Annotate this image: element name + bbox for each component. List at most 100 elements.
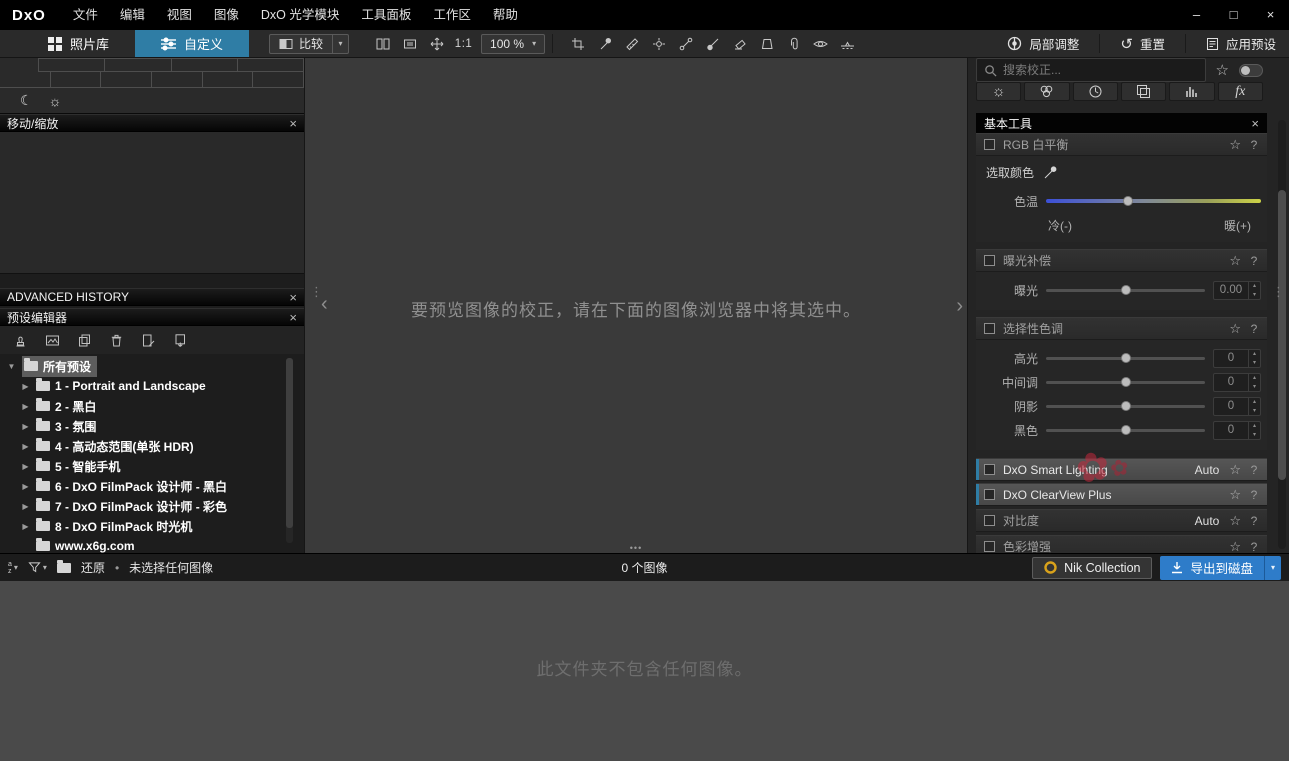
- browser-splitter-grip[interactable]: •••: [305, 543, 967, 553]
- close-icon[interactable]: ×: [1251, 116, 1259, 131]
- slider-handle[interactable]: [1120, 425, 1131, 435]
- midtones-value-field[interactable]: 0 ▴ ▾: [1213, 372, 1261, 392]
- fit-screen-button[interactable]: [396, 31, 423, 57]
- tab-photolibrary[interactable]: 照片库: [22, 30, 135, 57]
- collapse-icon[interactable]: ▶: [20, 522, 31, 531]
- scrollbar-thumb[interactable]: [1278, 190, 1286, 480]
- contrast-checkbox[interactable]: [984, 515, 995, 526]
- minimize-button[interactable]: –: [1178, 0, 1215, 30]
- menu-image[interactable]: 图像: [203, 0, 250, 30]
- tool-smart-lighting[interactable]: DxO Smart Lighting Auto ☆ ?: [976, 458, 1267, 481]
- value-stepper[interactable]: ▴ ▾: [1248, 397, 1260, 415]
- blacks-value-field[interactable]: 0 ▴ ▾: [1213, 420, 1261, 440]
- right-panel-scrollbar[interactable]: [1278, 120, 1286, 549]
- tree-item-preset-9[interactable]: www.x6g.com: [0, 536, 304, 553]
- compare-button[interactable]: 比较: [269, 33, 334, 54]
- value-stepper[interactable]: ▴ ▾: [1248, 281, 1260, 299]
- selective-tone-checkbox[interactable]: [984, 323, 995, 334]
- compare-dropdown[interactable]: ▾: [333, 33, 350, 54]
- favorite-star-icon[interactable]: ☆: [1229, 487, 1241, 503]
- import-preset-button[interactable]: [170, 331, 190, 349]
- slider-handle[interactable]: [1120, 285, 1131, 295]
- value-stepper[interactable]: ▴ ▾: [1248, 373, 1260, 391]
- show-mask-button[interactable]: [807, 31, 834, 57]
- help-icon[interactable]: ?: [1249, 463, 1259, 477]
- control-line-button[interactable]: [672, 31, 699, 57]
- straighten-button[interactable]: [618, 31, 645, 57]
- midtones-slider[interactable]: [1046, 377, 1205, 387]
- slider-handle[interactable]: [1120, 401, 1131, 411]
- favorite-star-icon[interactable]: ☆: [1229, 513, 1241, 529]
- right-splitter-grip[interactable]: ⋮: [1272, 284, 1285, 300]
- highlights-slider[interactable]: [1046, 353, 1205, 363]
- menu-file[interactable]: 文件: [62, 0, 109, 30]
- tool-contrast[interactable]: 对比度 Auto ☆ ?: [976, 509, 1267, 532]
- collapse-right-panel-icon[interactable]: ›: [956, 296, 963, 316]
- tab-color[interactable]: [1024, 82, 1070, 101]
- shadow-clipping-icon[interactable]: ☾: [20, 92, 33, 109]
- menu-help[interactable]: 帮助: [482, 0, 529, 30]
- reset-button[interactable]: ↺ 重置: [1107, 30, 1178, 57]
- expand-icon[interactable]: ▼: [6, 362, 17, 371]
- tree-item-preset-8[interactable]: ▶ 8 - DxO FilmPack 时光机: [0, 516, 304, 536]
- export-options-dropdown[interactable]: ▾: [1264, 555, 1281, 580]
- brush-button[interactable]: [699, 31, 726, 57]
- favorite-star-icon[interactable]: ☆: [1229, 539, 1241, 554]
- rename-preset-button[interactable]: [138, 331, 158, 349]
- preset-from-image-button[interactable]: [42, 331, 62, 349]
- collapse-icon[interactable]: ▶: [20, 442, 31, 451]
- search-corrections-input[interactable]: [1003, 63, 1198, 77]
- tab-light[interactable]: ☼: [976, 82, 1022, 101]
- rgb-wb-checkbox[interactable]: [984, 139, 995, 150]
- scrollbar-thumb[interactable]: [286, 358, 293, 529]
- help-icon[interactable]: ?: [1249, 514, 1259, 528]
- collapse-icon[interactable]: ▶: [20, 462, 31, 471]
- split-view-button[interactable]: [369, 31, 396, 57]
- temperature-slider[interactable]: [1046, 196, 1261, 206]
- menu-edit[interactable]: 编辑: [109, 0, 156, 30]
- zoom-level-select[interactable]: 100 % ▾: [481, 33, 546, 54]
- tree-item-preset-2[interactable]: ▶ 2 - 黑白: [0, 396, 304, 416]
- duplicate-preset-button[interactable]: [74, 331, 94, 349]
- image-browser[interactable]: 此文件夹不包含任何图像。: [0, 581, 1289, 761]
- nik-collection-button[interactable]: Nik Collection: [1032, 556, 1153, 579]
- local-adjustments-button[interactable]: 局部调整: [994, 30, 1092, 57]
- step-down-icon[interactable]: ▾: [1249, 290, 1260, 299]
- delete-preset-button[interactable]: [106, 331, 126, 349]
- menu-tool-panels[interactable]: 工具面板: [350, 0, 422, 30]
- export-to-disk-button[interactable]: 导出到磁盘: [1160, 555, 1264, 580]
- exposure-checkbox[interactable]: [984, 255, 995, 266]
- collapse-icon[interactable]: ▶: [20, 502, 31, 511]
- highlights-value-field[interactable]: 0 ▴ ▾: [1213, 348, 1261, 368]
- eraser-button[interactable]: [726, 31, 753, 57]
- highlight-clipping-icon[interactable]: ☼: [49, 93, 62, 109]
- active-corrections-toggle[interactable]: [1239, 63, 1263, 77]
- help-icon[interactable]: ?: [1249, 488, 1259, 502]
- favorites-filter-star-icon[interactable]: ☆: [1216, 61, 1229, 79]
- collapse-icon[interactable]: ▶: [20, 482, 31, 491]
- slider-handle[interactable]: [1120, 353, 1131, 363]
- tab-histogram[interactable]: [1169, 82, 1215, 101]
- tool-rgb-white-balance[interactable]: RGB 白平衡 ☆ ?: [976, 133, 1267, 156]
- menu-optical-modules[interactable]: DxO 光学模块: [250, 0, 350, 30]
- shadows-slider[interactable]: [1046, 401, 1205, 411]
- close-icon[interactable]: ×: [289, 311, 297, 324]
- perspective-button[interactable]: [753, 31, 780, 57]
- menu-view[interactable]: 视图: [156, 0, 203, 30]
- menu-workspace[interactable]: 工作区: [422, 0, 482, 30]
- horizon-button[interactable]: [834, 31, 861, 57]
- apply-preset-button[interactable]: 应用预设: [1193, 30, 1289, 57]
- repair-button[interactable]: [780, 31, 807, 57]
- create-preset-button[interactable]: [10, 331, 30, 349]
- close-icon[interactable]: ×: [289, 117, 297, 130]
- favorite-star-icon[interactable]: ☆: [1229, 253, 1241, 269]
- favorite-star-icon[interactable]: ☆: [1229, 321, 1241, 337]
- help-icon[interactable]: ?: [1249, 138, 1259, 152]
- step-up-icon[interactable]: ▴: [1249, 282, 1260, 291]
- clearview-checkbox[interactable]: [984, 489, 995, 500]
- close-icon[interactable]: ×: [289, 291, 297, 304]
- tool-color-accentuation[interactable]: 色彩增强 ☆ ?: [976, 535, 1267, 553]
- maximize-button[interactable]: □: [1215, 0, 1252, 30]
- tree-item-preset-1[interactable]: ▶ 1 - Portrait and Landscape: [0, 376, 304, 396]
- collapse-icon[interactable]: ▶: [20, 382, 31, 391]
